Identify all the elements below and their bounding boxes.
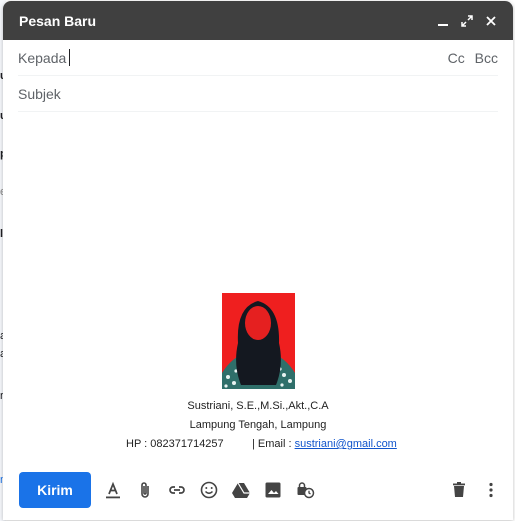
signature-email-row: | Email : sustriani@gmail.com <box>252 435 397 454</box>
compose-window: Pesan Baru Kepada Cc Bcc Subjek Sustrian… <box>3 1 513 520</box>
signature-name: Sustriani, S.E.,M.Si.,Akt.,C.A <box>187 400 329 412</box>
subject-field[interactable]: Subjek <box>18 76 498 112</box>
bcc-link[interactable]: Bcc <box>475 50 498 66</box>
signature-email-label: | Email : <box>252 438 292 450</box>
to-field[interactable]: Kepada Cc Bcc <box>18 40 498 76</box>
formatting-tools <box>97 474 321 506</box>
toolbar-right <box>443 474 507 506</box>
subject-placeholder: Subjek <box>18 85 61 102</box>
drive-icon[interactable] <box>225 474 257 506</box>
expand-icon[interactable] <box>455 9 479 33</box>
signature-location: Lampung Tengah, Lampung <box>189 419 327 431</box>
message-body[interactable]: Sustriani, S.E.,M.Si.,Akt.,C.A Lampung T… <box>3 113 513 453</box>
minimize-icon[interactable] <box>431 9 455 33</box>
cc-bcc-links: Cc Bcc <box>442 50 498 66</box>
more-options-icon[interactable] <box>475 474 507 506</box>
compose-header[interactable]: Pesan Baru <box>3 1 513 40</box>
photo-icon[interactable] <box>257 474 289 506</box>
signature-contact: HP : 082371714257 | Email : sustriani@gm… <box>3 435 513 454</box>
signature-photo <box>221 293 295 389</box>
attach-icon[interactable] <box>129 474 161 506</box>
compose-title: Pesan Baru <box>19 12 97 29</box>
confidential-icon[interactable] <box>289 474 321 506</box>
send-button[interactable]: Kirim <box>19 472 91 508</box>
email-signature: Sustriani, S.E.,M.Si.,Akt.,C.A Lampung T… <box>3 293 513 454</box>
to-label: Kepada <box>18 49 67 66</box>
compose-toolbar: Kirim <box>3 468 513 512</box>
link-icon[interactable] <box>161 474 193 506</box>
trash-icon[interactable] <box>443 474 475 506</box>
format-text-icon[interactable] <box>97 474 129 506</box>
emoji-icon[interactable] <box>193 474 225 506</box>
signature-phone: HP : 082371714257 <box>126 438 224 450</box>
signature-email-link[interactable]: sustriani@gmail.com <box>295 438 397 450</box>
close-icon[interactable] <box>479 9 503 33</box>
text-cursor <box>69 49 71 66</box>
cc-link[interactable]: Cc <box>448 50 465 66</box>
